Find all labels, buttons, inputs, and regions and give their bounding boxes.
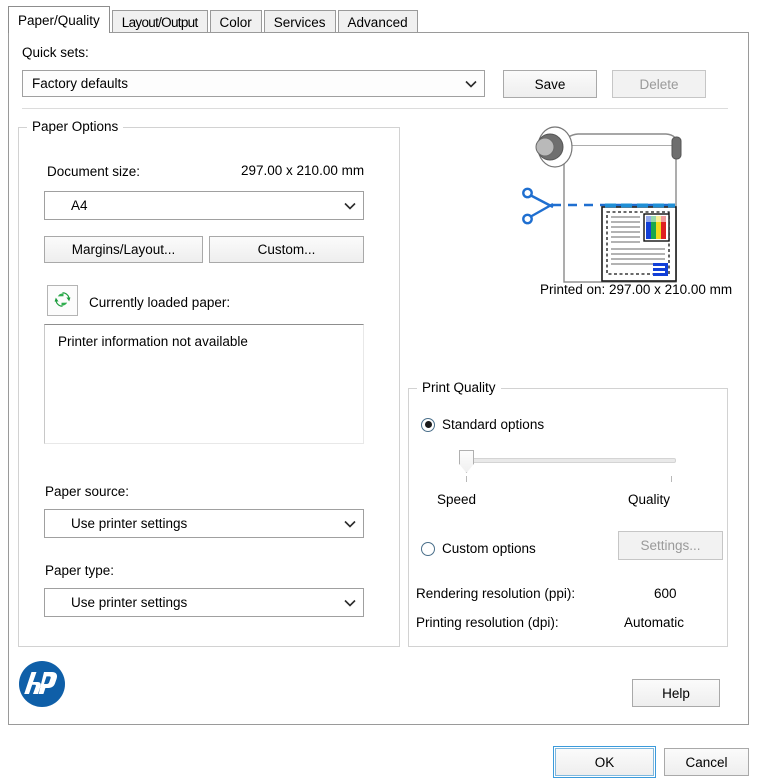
document-size-value: A4 [71, 198, 88, 213]
print-quality-legend: Print Quality [417, 380, 501, 395]
slider-thumb[interactable] [459, 450, 474, 473]
custom-size-button[interactable]: Custom... [209, 236, 364, 263]
chevron-down-icon [343, 599, 363, 607]
cancel-button[interactable]: Cancel [664, 748, 749, 776]
tab-color[interactable]: Color [209, 10, 262, 33]
help-button[interactable]: Help [632, 679, 720, 707]
custom-options-label: Custom options [442, 541, 536, 556]
paper-type-dropdown[interactable]: Use printer settings [44, 588, 364, 617]
radio-icon [421, 417, 435, 432]
chevron-down-icon [343, 520, 363, 528]
header-divider [22, 108, 728, 109]
slider-track [464, 458, 676, 463]
paper-preview-illustration [520, 125, 735, 285]
quick-sets-label: Quick sets: [22, 45, 89, 60]
save-button-label: Save [534, 76, 566, 92]
tab-label: Paper/Quality [18, 12, 100, 28]
chevron-down-icon [343, 202, 363, 210]
tab-layout-output[interactable]: Layout/Output [111, 10, 208, 33]
slider-speed-label: Speed [437, 492, 477, 507]
slider-quality-label: Quality [628, 492, 671, 507]
tab-services[interactable]: Services [263, 10, 336, 33]
chevron-down-icon [464, 80, 484, 88]
delete-button-label: Delete [639, 76, 679, 92]
printing-resolution-label: Printing resolution (dpi): [416, 615, 559, 630]
quick-sets-dropdown[interactable]: Factory defaults [22, 70, 485, 97]
standard-options-label: Standard options [442, 417, 545, 432]
currently-loaded-paper-box: Printer information not available [44, 324, 364, 444]
document-size-dimensions: 297.00 x 210.00 mm [241, 163, 365, 178]
paper-options-legend: Paper Options [27, 119, 124, 134]
rendering-resolution-label: Rendering resolution (ppi): [416, 586, 576, 601]
help-button-label: Help [662, 685, 690, 701]
document-size-label: Document size: [47, 164, 141, 179]
standard-options-radio[interactable]: Standard options [421, 417, 544, 432]
tab-strip: Paper/Quality Layout/Output Color Servic… [8, 6, 749, 33]
paper-source-value: Use printer settings [71, 516, 188, 531]
tab-advanced[interactable]: Advanced [337, 10, 418, 33]
currently-loaded-paper-label: Currently loaded paper: [89, 295, 231, 310]
save-button[interactable]: Save [503, 70, 597, 98]
refresh-button[interactable] [47, 285, 78, 316]
slider-tick-speed [466, 476, 467, 482]
tab-label: Advanced [347, 14, 408, 30]
rendering-resolution-value: 600 [654, 586, 677, 601]
quick-sets-value: Factory defaults [32, 76, 129, 91]
margins-layout-button[interactable]: Margins/Layout... [44, 236, 203, 263]
paper-type-value: Use printer settings [71, 595, 188, 610]
tab-paper-quality[interactable]: Paper/Quality [8, 6, 110, 33]
settings-button-label: Settings... [640, 538, 701, 553]
paper-source-label: Paper source: [45, 484, 130, 499]
paper-type-label: Paper type: [45, 563, 115, 578]
quality-slider[interactable] [455, 450, 677, 484]
radio-icon [421, 541, 435, 556]
tab-label: Services [273, 14, 326, 30]
margins-layout-label: Margins/Layout... [71, 242, 176, 257]
tab-label: Layout/Output [121, 14, 198, 30]
custom-size-label: Custom... [257, 242, 316, 257]
printing-resolution-value: Automatic [624, 615, 685, 630]
currently-loaded-paper-text: Printer information not available [58, 334, 248, 349]
ok-button-label: OK [594, 754, 615, 770]
cancel-button-label: Cancel [685, 754, 728, 770]
settings-button[interactable]: Settings... [618, 531, 723, 560]
refresh-icon [54, 291, 71, 311]
paper-source-dropdown[interactable]: Use printer settings [44, 509, 364, 538]
slider-tick-quality [671, 476, 672, 482]
ok-button[interactable]: OK [553, 746, 656, 778]
delete-button[interactable]: Delete [612, 70, 706, 98]
printed-on-label: Printed on: 297.00 x 210.00 mm [540, 282, 733, 297]
custom-options-radio[interactable]: Custom options [421, 541, 536, 556]
tab-label: Color [219, 14, 252, 30]
hp-logo [18, 660, 66, 708]
document-size-dropdown[interactable]: A4 [44, 191, 364, 220]
